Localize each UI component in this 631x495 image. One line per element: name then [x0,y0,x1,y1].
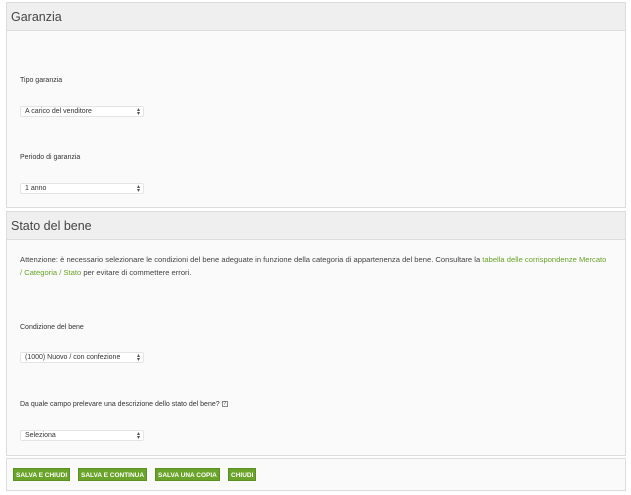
select-arrows-icon: ▴ ▾ [136,431,140,441]
actions-bar: SALVA E CHIUDI SALVA E CONTINUA SALVA UN… [6,458,626,491]
stato-notice: Attenzione: è necessario selezionare le … [20,253,610,279]
condizione-bene-select[interactable]: (1000) Nuovo / con confezione ▴ ▾ [20,352,144,363]
notice-text-post: per evitare di commettere errori. [81,268,192,277]
chiudi-button[interactable]: CHIUDI [228,468,257,481]
descrizione-stato-label-text: Da quale campo prelevare una descrizione… [20,401,220,408]
garanzia-panel: Garanzia Tipo garanzia A carico del vend… [6,2,626,208]
help-icon[interactable]: ? [221,401,228,408]
stato-bene-panel: Stato del bene Attenzione: è necessario … [6,211,626,456]
salva-e-chiudi-button[interactable]: SALVA E CHIUDI [13,468,71,481]
tipo-garanzia-select[interactable]: A carico del venditore ▴ ▾ [20,106,144,117]
condizione-bene-value: (1000) Nuovo / con confezione [25,354,121,361]
tipo-garanzia-value: A carico del venditore [25,108,92,115]
select-arrows-icon: ▴ ▾ [136,353,140,363]
condizione-bene-label: Condizione del bene [20,324,84,331]
descrizione-stato-select[interactable]: Seleziona ▴ ▾ [20,430,144,441]
salva-e-continua-button[interactable]: SALVA E CONTINUA [78,468,148,481]
select-arrows-icon: ▴ ▾ [136,107,140,117]
descrizione-stato-label: Da quale campo prelevare una descrizione… [20,401,228,408]
stato-bene-panel-title: Stato del bene [7,212,625,240]
select-arrows-icon: ▴ ▾ [136,184,140,194]
periodo-garanzia-label: Periodo di garanzia [20,154,81,161]
garanzia-panel-title: Garanzia [7,3,625,31]
salva-una-copia-button[interactable]: SALVA UNA COPIA [155,468,220,481]
periodo-garanzia-value: 1 anno [25,185,47,192]
tipo-garanzia-label: Tipo garanzia [20,77,63,84]
notice-text-pre: Attenzione: è necessario selezionare le … [20,255,483,264]
descrizione-stato-value: Seleziona [25,432,56,439]
periodo-garanzia-select[interactable]: 1 anno ▴ ▾ [20,183,144,194]
